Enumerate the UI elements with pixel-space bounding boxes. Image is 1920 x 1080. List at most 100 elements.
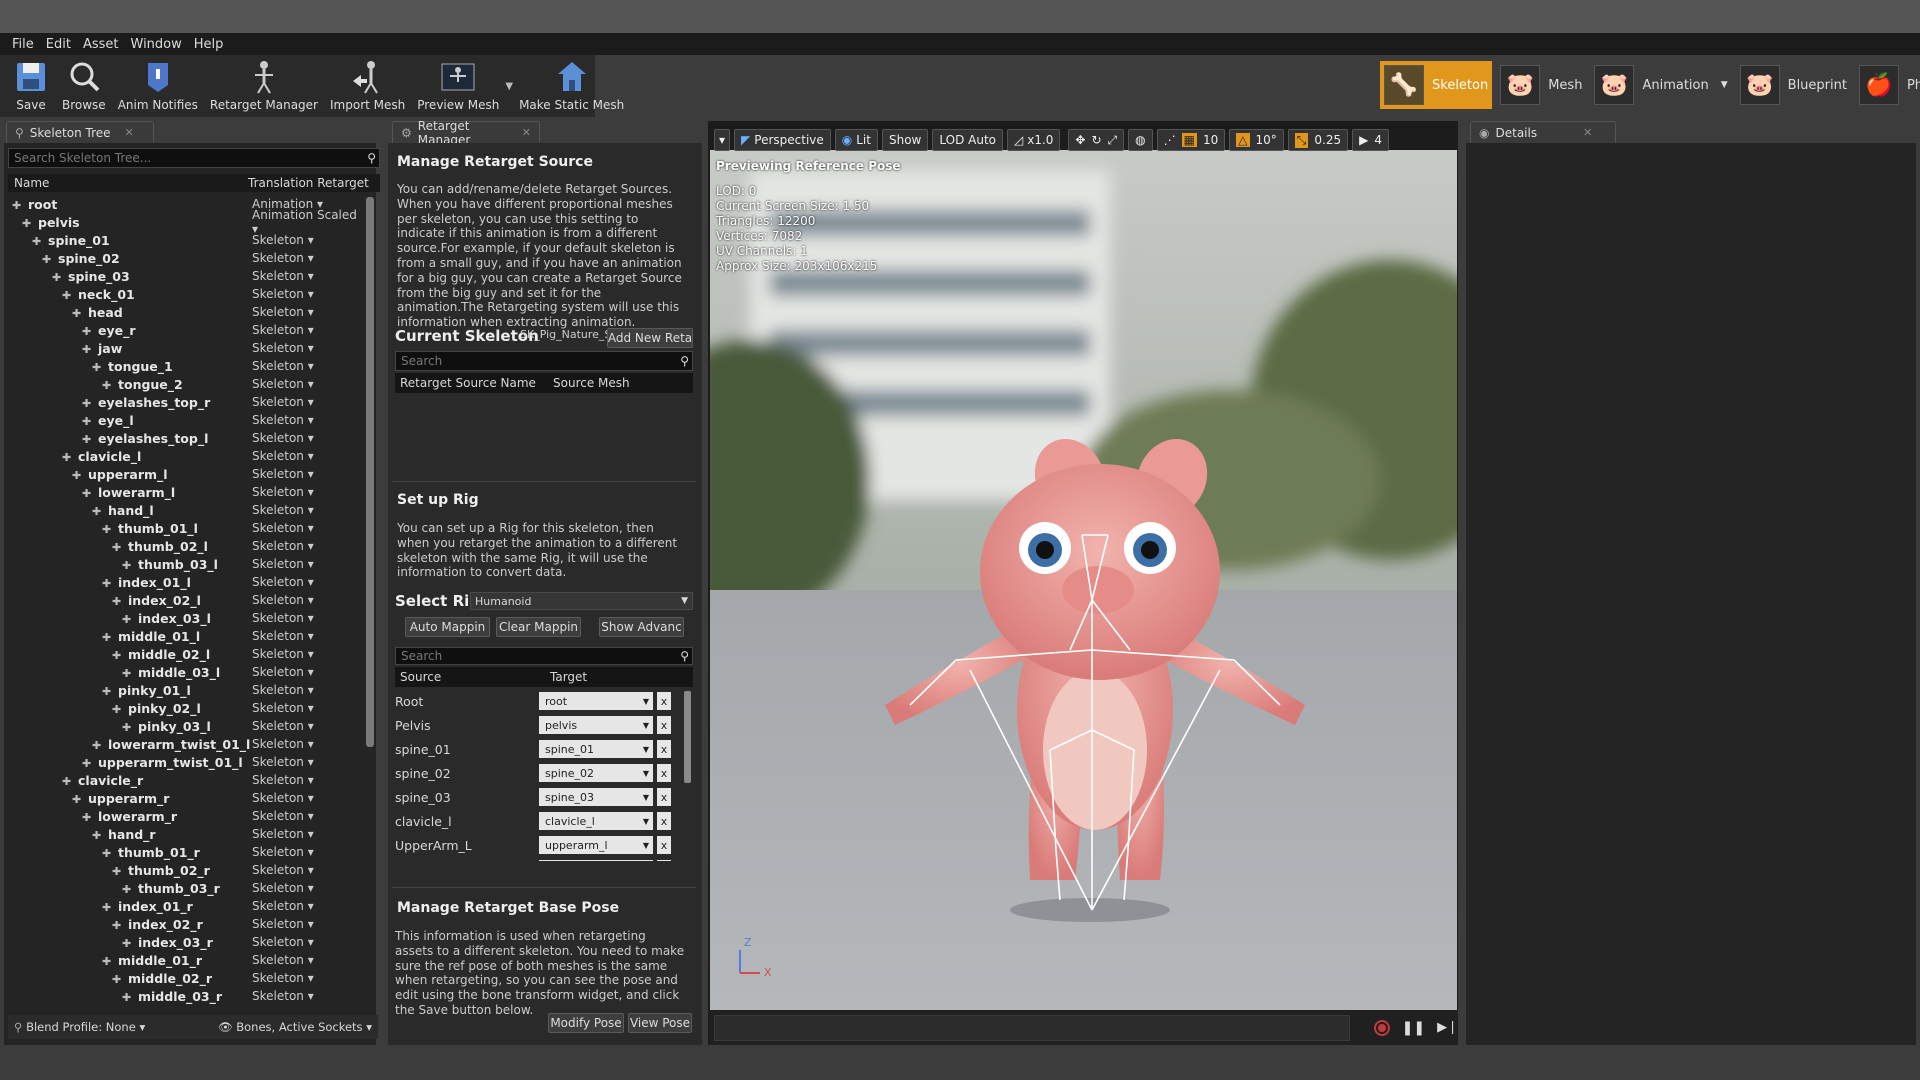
playback-speed-dropdown[interactable]: ◿ x1.0 xyxy=(1007,129,1061,151)
skeleton-tree-row[interactable]: ✚ index_01_l Skeleton ▾ xyxy=(8,573,364,591)
select-rig-dropdown[interactable]: Humanoid ▼ xyxy=(470,592,693,610)
translation-retarget-dropdown[interactable]: Skeleton ▾ xyxy=(252,683,314,697)
browse-button[interactable]: Browse xyxy=(56,55,112,117)
auto-mapping-button[interactable]: Auto Mappin xyxy=(405,617,490,637)
translation-retarget-dropdown[interactable]: Skeleton ▾ xyxy=(252,251,314,265)
translation-retarget-dropdown[interactable]: Skeleton ▾ xyxy=(252,377,314,391)
tab-retarget-manager[interactable]: ⚙ Retarget Manager ✕ xyxy=(392,119,540,147)
step-forward-icon[interactable]: ▶❘ xyxy=(1437,1020,1458,1035)
clear-mapping-x-button[interactable]: x xyxy=(657,740,671,758)
skeleton-tree-row[interactable]: ✚ eye_l Skeleton ▾ xyxy=(8,411,364,429)
mapping-target-dropdown[interactable]: pelvis ▼ xyxy=(539,716,653,734)
skeleton-tree-row[interactable]: ✚ eyelashes_top_l Skeleton ▾ xyxy=(8,429,364,447)
menu-file[interactable]: File xyxy=(12,37,34,52)
world-local-toggle[interactable]: ◍ xyxy=(1128,129,1153,151)
mapping-target-dropdown[interactable]: lowerarm_l▼ xyxy=(539,860,653,861)
skeleton-tree-row[interactable]: ✚ index_02_r Skeleton ▾ xyxy=(8,915,364,933)
skeleton-tree-row[interactable]: ✚ middle_02_r Skeleton ▾ xyxy=(8,969,364,987)
clear-mapping-x-button[interactable]: x xyxy=(657,716,671,734)
mapping-target-dropdown[interactable]: spine_03 ▼ xyxy=(539,788,653,806)
skeleton-tree-scrollbar[interactable] xyxy=(366,197,374,747)
tab-skeleton-tree[interactable]: ⚲ Skeleton Tree ✕ xyxy=(6,121,154,143)
translation-retarget-dropdown[interactable]: Skeleton ▾ xyxy=(252,629,314,643)
skeleton-tree-row[interactable]: ✚ tongue_1 Skeleton ▾ xyxy=(8,357,364,375)
translation-retarget-dropdown[interactable]: Skeleton ▾ xyxy=(252,773,314,787)
translation-retarget-dropdown[interactable]: Skeleton ▾ xyxy=(252,467,314,481)
close-icon[interactable]: ✕ xyxy=(125,126,134,139)
close-icon[interactable]: ✕ xyxy=(522,126,531,139)
skeleton-tree-row[interactable]: ✚ thumb_02_r Skeleton ▾ xyxy=(8,861,364,879)
translation-retarget-dropdown[interactable]: Skeleton ▾ xyxy=(252,323,314,337)
skeleton-tree-row[interactable]: ✚ thumb_01_r Skeleton ▾ xyxy=(8,843,364,861)
make-static-mesh-button[interactable]: Make Static Mesh xyxy=(513,55,630,117)
translation-retarget-dropdown[interactable]: Skeleton ▾ xyxy=(252,593,314,607)
skeleton-tree-row[interactable]: ✚ jaw Skeleton ▾ xyxy=(8,339,364,357)
skeleton-tree-row[interactable]: ✚ spine_02 Skeleton ▾ xyxy=(8,249,364,267)
skeleton-tree-row[interactable]: ✚ index_01_r Skeleton ▾ xyxy=(8,897,364,915)
skeleton-tree-row[interactable]: ✚ index_02_l Skeleton ▾ xyxy=(8,591,364,609)
translation-retarget-dropdown[interactable]: Skeleton ▾ xyxy=(252,935,314,949)
skeleton-tree-row[interactable]: ✚ clavicle_l Skeleton ▾ xyxy=(8,447,364,465)
translation-retarget-dropdown[interactable]: Skeleton ▾ xyxy=(252,719,314,733)
skeleton-tree-row[interactable]: ✚ clavicle_r Skeleton ▾ xyxy=(8,771,364,789)
chevron-down-icon[interactable]: ▼ xyxy=(1721,80,1728,90)
skeleton-tree-row[interactable]: ✚ middle_01_l Skeleton ▾ xyxy=(8,627,364,645)
translation-retarget-dropdown[interactable]: Skeleton ▾ xyxy=(252,827,314,841)
menu-window[interactable]: Window xyxy=(131,37,182,52)
skeleton-tree-row[interactable]: ✚ thumb_03_r Skeleton ▾ xyxy=(8,879,364,897)
mapping-target-dropdown[interactable]: spine_02 ▼ xyxy=(539,764,653,782)
rig-mapping-search-input[interactable]: Search ⚲ xyxy=(395,647,693,665)
mapping-target-dropdown[interactable]: spine_01 ▼ xyxy=(539,740,653,758)
skeleton-tree-row[interactable]: ✚ hand_l Skeleton ▾ xyxy=(8,501,364,519)
translation-retarget-dropdown[interactable]: Skeleton ▾ xyxy=(252,755,314,769)
translation-retarget-dropdown[interactable]: Skeleton ▾ xyxy=(252,287,314,301)
scale-snap[interactable]: ⤡ 0.25 xyxy=(1287,129,1349,151)
skeleton-tree-row[interactable]: ✚ thumb_01_l Skeleton ▾ xyxy=(8,519,364,537)
mode-animation[interactable]: 🐷 Animation ▼ xyxy=(1590,61,1731,109)
import-mesh-button[interactable]: Import Mesh xyxy=(324,55,411,117)
rotation-snap[interactable]: △ 10° xyxy=(1229,129,1284,151)
rig-mapping-scrollbar[interactable] xyxy=(684,691,691,783)
rotate-icon[interactable]: ↻ xyxy=(1091,133,1101,147)
clear-mapping-x-button[interactable]: x xyxy=(657,836,671,854)
translation-retarget-dropdown[interactable]: Skeleton ▾ xyxy=(252,917,314,931)
mode-blueprint[interactable]: 🐷 Blueprint xyxy=(1736,61,1851,109)
translation-retarget-dropdown[interactable]: Skeleton ▾ xyxy=(252,395,314,409)
skeleton-search-input[interactable]: Search Skeleton Tree... ⚲ xyxy=(8,148,380,168)
translation-retarget-dropdown[interactable]: Skeleton ▾ xyxy=(252,665,314,679)
clear-mapping-x-button[interactable]: x xyxy=(657,812,671,830)
translation-retarget-dropdown[interactable]: Skeleton ▾ xyxy=(252,575,314,589)
clear-mapping-x-button[interactable]: x xyxy=(657,692,671,710)
view-mode-dropdown[interactable]: ◉ Lit xyxy=(834,129,878,151)
skeleton-tree-row[interactable]: ✚ index_03_r Skeleton ▾ xyxy=(8,933,364,951)
translation-retarget-dropdown[interactable]: Skeleton ▾ xyxy=(252,521,314,535)
viewport-canvas[interactable]: Z X xyxy=(710,150,1457,1010)
translation-retarget-dropdown[interactable]: Skeleton ▾ xyxy=(252,449,314,463)
skeleton-tree-row[interactable]: ✚ eyelashes_top_r Skeleton ▾ xyxy=(8,393,364,411)
skeleton-tree-row[interactable]: ✚ thumb_03_l Skeleton ▾ xyxy=(8,555,364,573)
show-dropdown[interactable]: Show xyxy=(881,129,929,151)
translation-retarget-dropdown[interactable]: Skeleton ▾ xyxy=(252,989,314,1003)
skeleton-tree-row[interactable]: ✚ middle_03_r Skeleton ▾ xyxy=(8,987,364,1005)
record-icon[interactable] xyxy=(1373,1019,1390,1036)
tab-details[interactable]: ◉ Details ✕ xyxy=(1470,121,1616,143)
translation-retarget-dropdown[interactable]: Skeleton ▾ xyxy=(252,701,314,715)
perspective-dropdown[interactable]: ◤ Perspective xyxy=(734,129,831,151)
show-advanced-button[interactable]: Show Advanc xyxy=(599,617,684,637)
mode-physics[interactable]: 🍎 Physics xyxy=(1855,61,1920,109)
bones-filter-dropdown[interactable]: 👁 Bones, Active Sockets ▾ xyxy=(218,1020,372,1034)
skeleton-tree-row[interactable]: ✚ tongue_2 Skeleton ▾ xyxy=(8,375,364,393)
skeleton-tree-row[interactable]: ✚ spine_03 Skeleton ▾ xyxy=(8,267,364,285)
viewport-options-dropdown[interactable]: ▾ xyxy=(714,129,731,151)
lod-dropdown[interactable]: LOD Auto xyxy=(932,129,1003,151)
skeleton-tree-row[interactable]: ✚ index_03_l Skeleton ▾ xyxy=(8,609,364,627)
skeleton-tree-row[interactable]: ✚ upperarm_r Skeleton ▾ xyxy=(8,789,364,807)
translation-retarget-dropdown[interactable]: Skeleton ▾ xyxy=(252,737,314,751)
skeleton-tree-row[interactable]: ✚ lowerarm_l Skeleton ▾ xyxy=(8,483,364,501)
save-button[interactable]: Save xyxy=(6,55,56,117)
translation-retarget-dropdown[interactable]: Skeleton ▾ xyxy=(252,503,314,517)
skeleton-tree-row[interactable]: ✚ pelvis Animation Scaled ▾ xyxy=(8,208,364,236)
translation-retarget-dropdown[interactable]: Skeleton ▾ xyxy=(252,305,314,319)
skeleton-tree-row[interactable]: ✚ neck_01 Skeleton ▾ xyxy=(8,285,364,303)
grid-snap[interactable]: ⋰ ▦ 10 xyxy=(1156,129,1226,151)
